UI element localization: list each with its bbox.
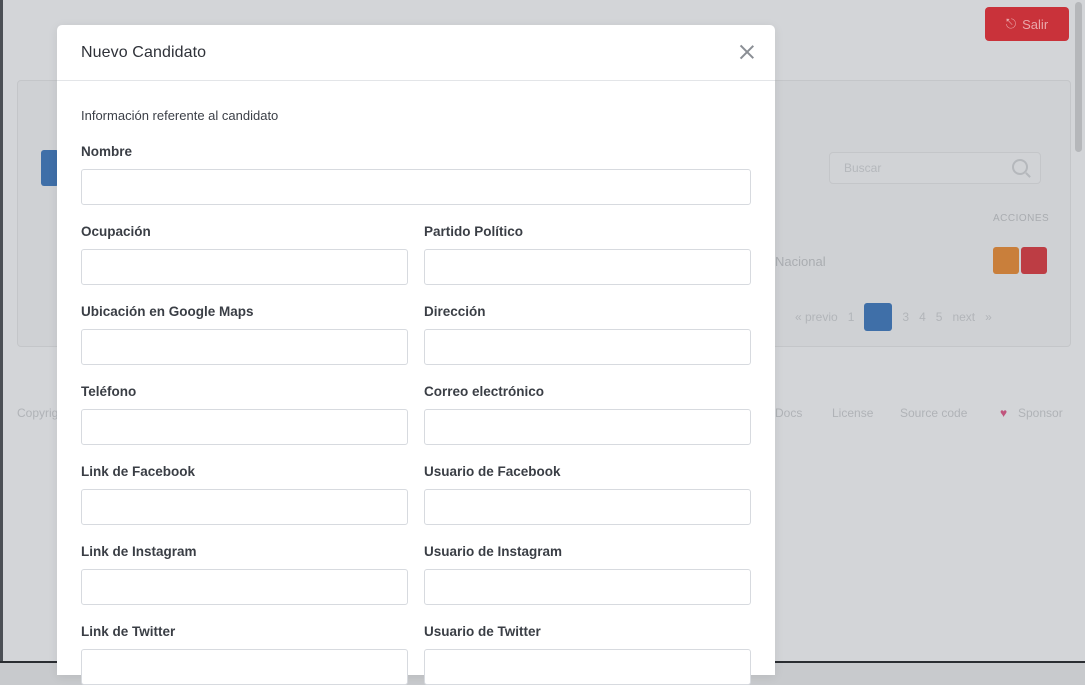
twitter-user-input[interactable]	[424, 649, 751, 685]
label-direccion: Dirección	[424, 304, 486, 319]
label-ig-link: Link de Instagram	[81, 544, 197, 559]
search-input[interactable]: Buscar	[829, 152, 1041, 184]
instagram-user-input[interactable]	[424, 569, 751, 605]
search-placeholder: Buscar	[844, 161, 882, 175]
pager-item[interactable]: 4	[919, 310, 926, 324]
label-nombre: Nombre	[81, 144, 133, 159]
maps-input[interactable]	[81, 329, 408, 365]
left-edge	[0, 0, 3, 663]
modal-title: Nuevo Candidato	[81, 44, 207, 61]
close-icon[interactable]	[739, 44, 755, 60]
label-tw-user: Usuario de Twitter	[424, 624, 541, 639]
search-icon	[1012, 159, 1028, 175]
pager-next[interactable]: next	[952, 310, 975, 324]
logout-label: Salir	[1022, 16, 1049, 32]
partido-input[interactable]	[424, 249, 751, 285]
footer-docs[interactable]: Docs	[775, 406, 802, 420]
facebook-link-input[interactable]	[81, 489, 408, 525]
label-fb-user: Usuario de Facebook	[424, 464, 561, 479]
pager-active[interactable]	[864, 303, 893, 331]
label-fb-link: Link de Facebook	[81, 464, 196, 479]
pager-item[interactable]: 3	[902, 310, 909, 324]
facebook-user-input[interactable]	[424, 489, 751, 525]
footer-source[interactable]: Source code	[900, 406, 967, 420]
correo-input[interactable]	[424, 409, 751, 445]
footer-license[interactable]: License	[832, 406, 873, 420]
delete-button[interactable]	[1021, 247, 1047, 274]
logout-icon: ⎋	[1005, 16, 1017, 31]
pagination: « previo 1 3 4 5 next »	[795, 303, 992, 331]
twitter-link-input[interactable]	[81, 649, 408, 685]
pager-item[interactable]: 1	[848, 310, 855, 324]
pager-prev[interactable]: « previo	[795, 310, 838, 324]
row-text: Nacional	[775, 254, 826, 269]
logout-button[interactable]: ⎋ Salir	[985, 7, 1069, 41]
label-correo: Correo electrónico	[424, 384, 545, 399]
pager-last[interactable]: »	[985, 310, 992, 324]
edit-button[interactable]	[993, 247, 1019, 274]
label-tw-link: Link de Twitter	[81, 624, 176, 639]
scrollbar[interactable]	[1075, 2, 1082, 152]
footer-sponsor[interactable]: Sponsor	[1018, 406, 1063, 420]
label-ocupacion: Ocupación	[81, 224, 151, 239]
telefono-input[interactable]	[81, 409, 408, 445]
new-candidate-modal: Nuevo Candidato Información referente al…	[57, 25, 775, 685]
label-maps: Ubicación en Google Maps	[81, 304, 254, 319]
pager-item[interactable]: 5	[936, 310, 943, 324]
direccion-input[interactable]	[424, 329, 751, 365]
intro-text: Información referente al candidato	[81, 108, 279, 123]
label-ig-user: Usuario de Instagram	[424, 544, 563, 559]
ocupacion-input[interactable]	[81, 249, 408, 285]
label-telefono: Teléfono	[81, 384, 137, 399]
instagram-link-input[interactable]	[81, 569, 408, 605]
heart-icon: ♥	[1000, 406, 1008, 420]
label-partido: Partido Político	[424, 224, 524, 239]
nombre-input[interactable]	[81, 169, 751, 205]
acciones-header: ACCIONES	[993, 213, 1050, 224]
modal-header: Nuevo Candidato	[57, 25, 775, 81]
